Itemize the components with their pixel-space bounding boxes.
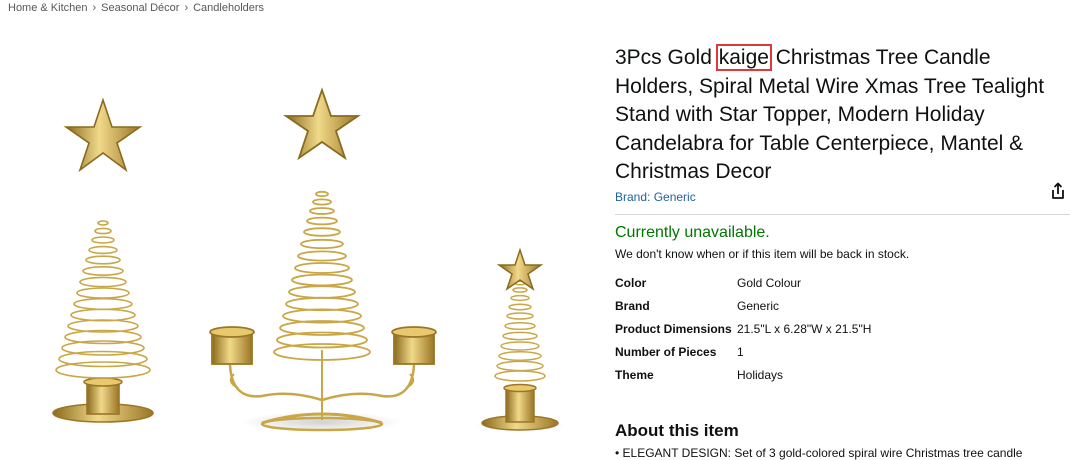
center-candelabra xyxy=(209,87,437,432)
right-tree xyxy=(476,247,564,432)
spec-value: 21.5"L x 6.28"W x 21.5"H xyxy=(737,322,872,336)
share-icon[interactable] xyxy=(1048,181,1068,201)
product-image[interactable] xyxy=(0,70,600,455)
spec-row-dimensions: Product Dimensions 21.5"L x 6.28"W x 21.… xyxy=(615,320,1065,338)
breadcrumb-seasonal-decor[interactable]: Seasonal Décor xyxy=(101,2,179,14)
brand-link[interactable]: Brand: Generic xyxy=(615,190,696,204)
breadcrumb-separator: › xyxy=(184,2,189,14)
spec-key: Product Dimensions xyxy=(615,322,732,336)
spec-key: Brand xyxy=(615,299,650,313)
spec-key: Number of Pieces xyxy=(615,345,717,359)
spec-key: Color xyxy=(615,276,647,290)
spec-value: 1 xyxy=(737,345,744,359)
product-title: 3Pcs Gold kaige Christmas Tree Candle Ho… xyxy=(615,44,1065,187)
spec-key: Theme xyxy=(615,368,654,382)
availability-status: Currently unavailable. xyxy=(615,224,770,241)
breadcrumb: Home & Kitchen › Seasonal Décor › Candle… xyxy=(8,2,264,14)
about-bullet: • ELEGANT DESIGN: Set of 3 gold-colored … xyxy=(615,446,1023,460)
title-prefix: 3Pcs Gold xyxy=(615,46,718,69)
spec-row-pieces: Number of Pieces 1 xyxy=(615,343,1065,361)
spec-row-brand: Brand Generic xyxy=(615,297,1065,315)
breadcrumb-separator: › xyxy=(92,2,97,14)
spec-row-theme: Theme Holidays xyxy=(615,366,1065,384)
title-highlighted-word: kaige xyxy=(715,44,772,71)
breadcrumb-candleholders[interactable]: Candleholders xyxy=(193,2,264,14)
product-specs: Color Gold Colour Brand Generic Product … xyxy=(615,274,1065,389)
section-divider xyxy=(615,214,1070,215)
breadcrumb-home-kitchen[interactable]: Home & Kitchen xyxy=(8,2,87,14)
spec-row-color: Color Gold Colour xyxy=(615,274,1065,292)
spec-value: Generic xyxy=(737,299,780,313)
stock-note: We don't know when or if this item will … xyxy=(615,247,910,261)
left-tree xyxy=(45,97,161,423)
spec-value: Holidays xyxy=(737,368,784,382)
spec-value: Gold Colour xyxy=(737,276,802,290)
about-section-title: About this item xyxy=(615,421,739,440)
